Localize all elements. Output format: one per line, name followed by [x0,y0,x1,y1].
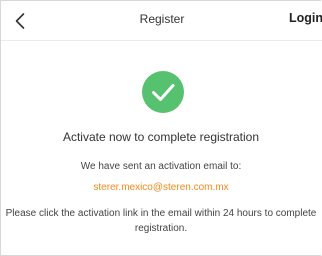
success-check-icon [142,71,184,113]
activation-headline: Activate now to complete registration [62,130,260,144]
activation-instructions: Please click the activation link in the … [5,208,317,234]
email-address: sterer.mexico@steren.com.mx [93,182,229,193]
app-window: Register Login Activate now to complete … [0,0,322,256]
top-bar: Register Login [1,1,322,41]
page-title: Register [139,12,185,26]
sent-message: We have sent an activation email to: [80,161,242,172]
login-link[interactable]: Login [289,11,322,25]
